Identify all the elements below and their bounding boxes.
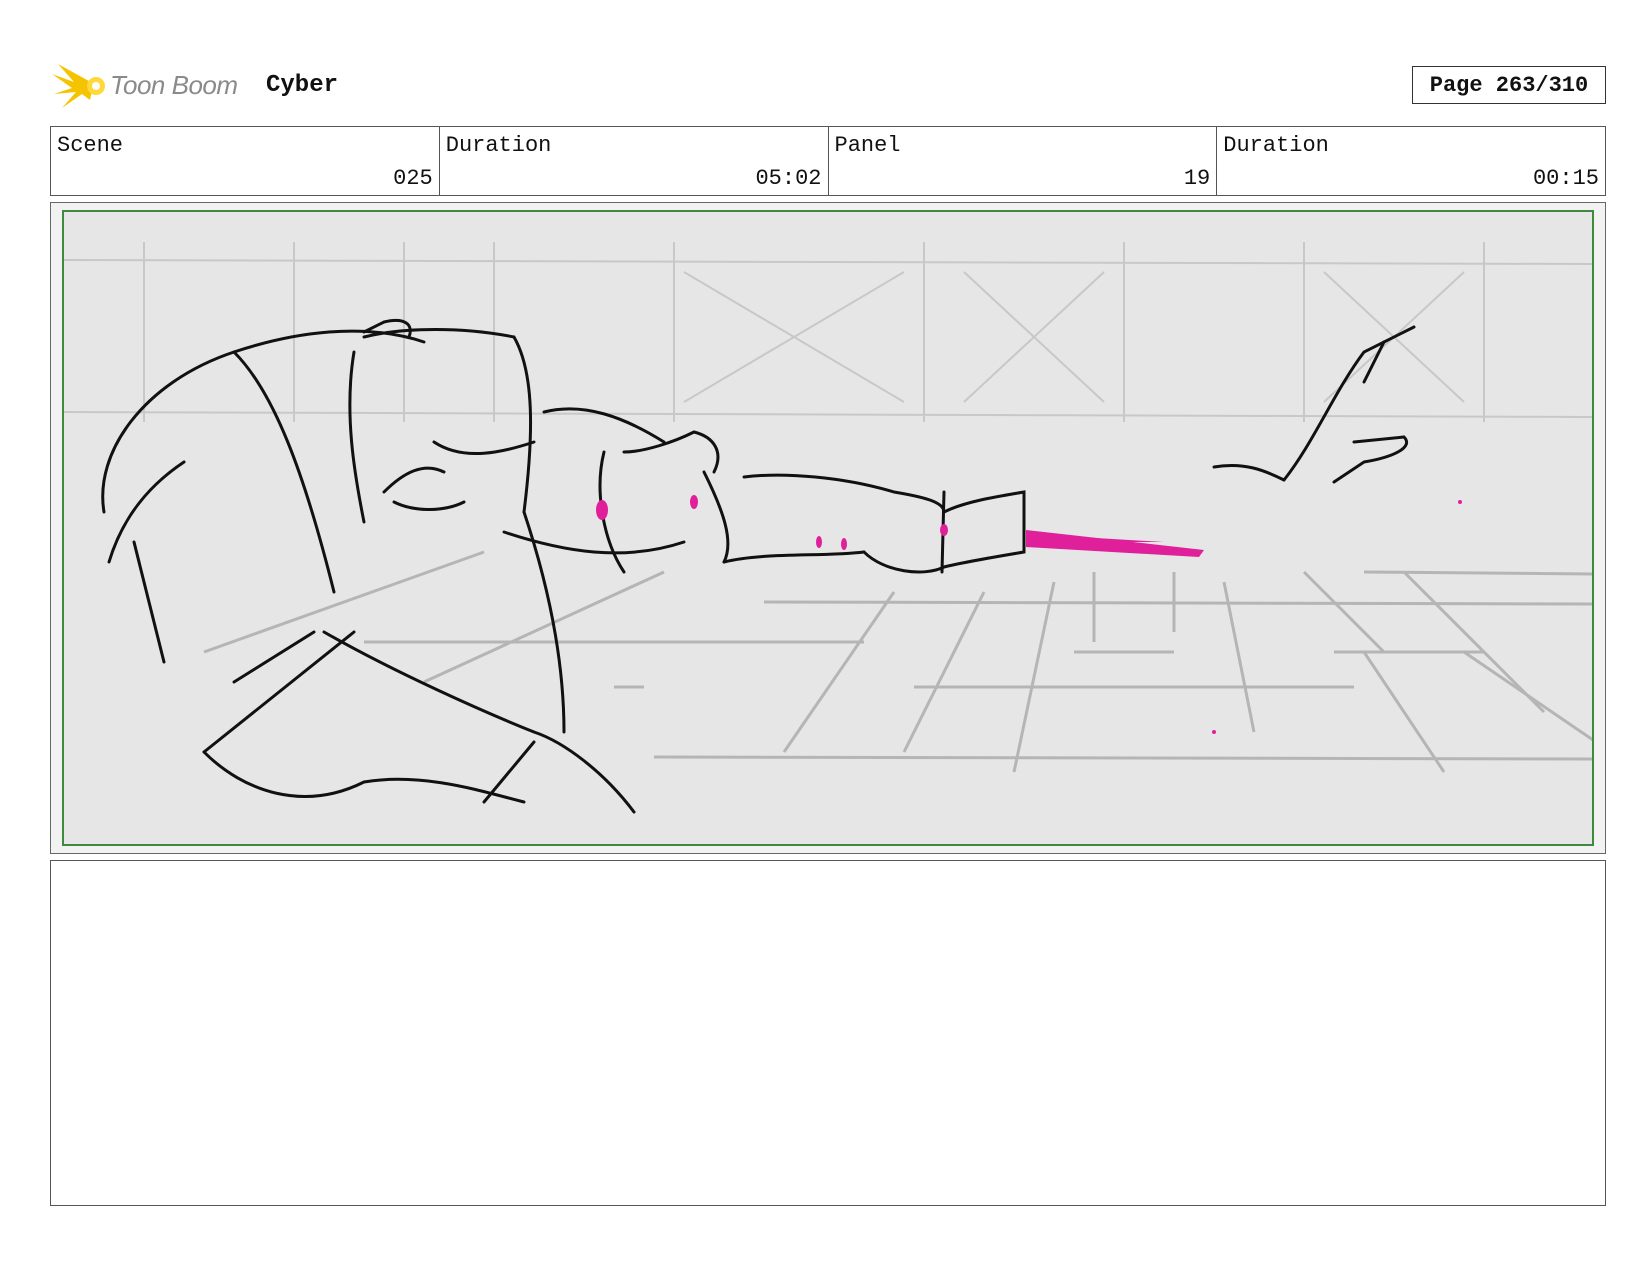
panel-label: Panel: [834, 133, 901, 158]
project-title: Cyber: [266, 72, 339, 99]
character-sketch: [101, 318, 1416, 814]
panel-drawing-area: [62, 210, 1594, 846]
panel-duration-cell: Duration 00:15: [1217, 127, 1605, 195]
scene-label: Scene: [57, 133, 124, 158]
floor-grid: [203, 550, 1592, 773]
panel-duration-label: Duration: [1223, 133, 1329, 158]
scene-info-table: Scene 025 Duration 05:02 Panel 19 Durati…: [50, 126, 1606, 196]
storyboard-panel: [50, 202, 1606, 854]
scene-duration-cell: Duration 05:02: [440, 127, 829, 195]
panel-value: 19: [1183, 166, 1211, 191]
logo-text: Toon Boom: [110, 70, 238, 100]
panel-notes: [50, 860, 1606, 1206]
scene-cell: Scene 025: [51, 127, 440, 195]
scene-duration-label: Duration: [445, 133, 552, 158]
scene-duration-value: 05:02: [755, 166, 822, 191]
scene-value: 025: [393, 166, 433, 191]
panel-cell: Panel 19: [829, 127, 1218, 195]
background-grid: [64, 242, 1592, 422]
sketch-drawing: [64, 242, 1592, 814]
page-number: Page 263/310: [1412, 66, 1606, 104]
panel-duration-value: 00:15: [1532, 166, 1599, 191]
starburst-icon: [52, 64, 105, 108]
